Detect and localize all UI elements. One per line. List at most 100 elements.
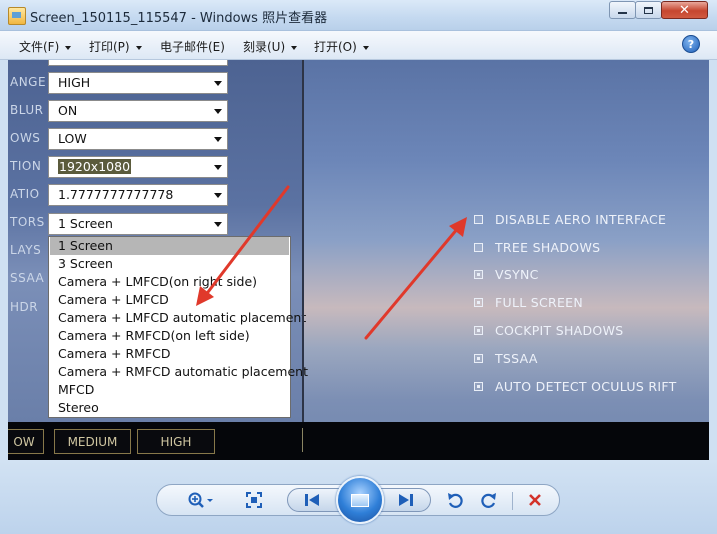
- red-arrow-to-aero-option: [364, 217, 467, 340]
- resolution-select[interactable]: 1920x1080: [48, 156, 228, 178]
- image-viewport: ANGE HIGH BLUR ON OWS LOW TION 1920x1080…: [8, 60, 709, 460]
- option-label: TREE SHADOWS: [495, 240, 601, 255]
- checkbox[interactable]: [474, 326, 483, 335]
- preset-low-button[interactable]: OW: [8, 429, 44, 454]
- chevron-down-icon: [135, 45, 142, 50]
- setting-label-resolution: TION: [10, 159, 42, 173]
- title-bar: Screen_150115_115547 - Windows 照片查看器 ✕: [0, 0, 717, 31]
- dropdown-option[interactable]: Camera + LMFCD: [50, 291, 289, 309]
- rotate-counterclockwise-icon: [448, 493, 463, 508]
- dropdown-option[interactable]: Stereo: [50, 399, 289, 417]
- viewer-toolbar: [0, 460, 717, 534]
- dropdown-option[interactable]: 3 Screen: [50, 255, 289, 273]
- aspect-ratio-select[interactable]: 1.7777777777778: [48, 184, 228, 206]
- previous-button[interactable]: [297, 485, 327, 515]
- menu-file-label: 文件(F): [19, 40, 60, 54]
- dropdown-option[interactable]: Camera + LMFCD(on right side): [50, 273, 289, 291]
- delete-button[interactable]: [523, 485, 547, 515]
- settings-panel: ANGE HIGH BLUR ON OWS LOW TION 1920x1080…: [8, 60, 308, 422]
- aspect-ratio-value: 1.7777777777778: [58, 187, 174, 202]
- option-label: FULL SCREEN: [495, 295, 584, 310]
- panel-divider: [302, 60, 304, 422]
- menu-bar: 文件(F) 打印(P) 电子邮件(E) 刻录(U) 打开(O) ?: [0, 31, 717, 60]
- setting-label-shadows: OWS: [10, 131, 41, 145]
- checkbox[interactable]: [474, 354, 483, 363]
- option-label: TSSAA: [495, 351, 538, 366]
- monitors-value: 1 Screen: [58, 216, 113, 231]
- setting-label-range: ANGE: [10, 75, 47, 89]
- close-icon: ✕: [679, 2, 690, 18]
- checkbox[interactable]: [474, 270, 483, 279]
- checkbox[interactable]: [474, 215, 483, 224]
- setting-label-overlays: LAYS: [10, 243, 42, 257]
- setting-label-msaa: SSAA: [10, 271, 45, 285]
- setting-label-hdr: HDR: [10, 300, 39, 314]
- menu-file[interactable]: 文件(F): [19, 38, 72, 55]
- help-icon[interactable]: ?: [682, 35, 700, 53]
- minimize-button[interactable]: [609, 1, 636, 19]
- menu-open[interactable]: 打开(O): [314, 38, 369, 55]
- zoom-icon: [188, 492, 213, 508]
- rotate-counterclockwise-button[interactable]: [443, 485, 467, 515]
- delete-icon: [529, 494, 541, 506]
- dropdown-option[interactable]: Camera + RMFCD: [50, 345, 289, 363]
- menu-email[interactable]: 电子邮件(E): [160, 38, 225, 55]
- minimize-icon: [618, 12, 627, 14]
- checkbox[interactable]: [474, 298, 483, 307]
- preset-high-label: HIGH: [160, 434, 192, 449]
- setting-label-monitors: TORS: [10, 215, 45, 229]
- menu-open-label: 打开(O): [314, 40, 357, 54]
- photo-viewer-app-icon: [8, 7, 26, 25]
- preset-medium-button[interactable]: MEDIUM: [54, 429, 131, 454]
- chevron-down-icon: [65, 45, 72, 50]
- chevron-down-icon: [214, 137, 222, 142]
- preset-medium-label: MEDIUM: [67, 434, 118, 449]
- next-button[interactable]: [391, 485, 421, 515]
- menu-print[interactable]: 打印(P): [89, 38, 142, 55]
- maximize-button[interactable]: [635, 1, 662, 19]
- dropdown-option[interactable]: Camera + RMFCD automatic placement: [50, 363, 308, 381]
- next-icon: [399, 494, 413, 506]
- zoom-button[interactable]: [181, 485, 221, 515]
- preset-low-label: OW: [13, 434, 35, 449]
- help-glyph: ?: [687, 37, 695, 51]
- close-button[interactable]: ✕: [661, 1, 708, 19]
- menu-burn-label: 刻录(U): [243, 40, 286, 54]
- shadows-value: LOW: [58, 131, 87, 146]
- setting-label-blur: BLUR: [10, 103, 44, 117]
- dropdown-option[interactable]: Camera + LMFCD automatic placement: [50, 309, 306, 327]
- menu-email-label: 电子邮件(E): [160, 40, 225, 54]
- rotate-clockwise-icon: [481, 493, 496, 508]
- slideshow-button[interactable]: [336, 476, 384, 524]
- checkbox[interactable]: [474, 243, 483, 252]
- dropdown-option[interactable]: 1 Screen: [50, 237, 289, 255]
- chevron-down-icon: [214, 193, 222, 198]
- chevron-down-icon: [362, 45, 369, 50]
- option-label: COCKPIT SHADOWS: [495, 323, 624, 338]
- range-value: HIGH: [58, 75, 91, 90]
- dropdown-option[interactable]: MFCD: [50, 381, 289, 399]
- actual-size-button[interactable]: [241, 485, 267, 515]
- chevron-down-icon: [214, 165, 222, 170]
- blur-value: ON: [58, 103, 78, 118]
- dropdown-option[interactable]: Camera + RMFCD(on left side): [50, 327, 289, 345]
- option-label: AUTO DETECT OCULUS RIFT: [495, 379, 677, 394]
- shadows-select[interactable]: LOW: [48, 128, 228, 150]
- monitors-select[interactable]: 1 Screen: [48, 213, 228, 235]
- option-label: DISABLE AERO INTERFACE: [495, 212, 667, 227]
- resolution-value: 1920x1080: [58, 159, 132, 174]
- combo-edge: [48, 60, 228, 66]
- toolbar-separator: [512, 492, 513, 510]
- chevron-down-icon: [214, 109, 222, 114]
- maximize-icon: [644, 6, 653, 14]
- menu-print-label: 打印(P): [89, 40, 130, 54]
- option-label: VSYNC: [495, 267, 539, 282]
- monitors-dropdown-list: 1 Screen 3 Screen Camera + LMFCD(on righ…: [48, 236, 308, 418]
- range-select[interactable]: HIGH: [48, 72, 228, 94]
- actual-size-icon: [246, 492, 262, 508]
- preset-high-button[interactable]: HIGH: [137, 429, 215, 454]
- rotate-clockwise-button[interactable]: [477, 485, 501, 515]
- checkbox[interactable]: [474, 382, 483, 391]
- menu-burn[interactable]: 刻录(U): [243, 38, 298, 55]
- blur-select[interactable]: ON: [48, 100, 228, 122]
